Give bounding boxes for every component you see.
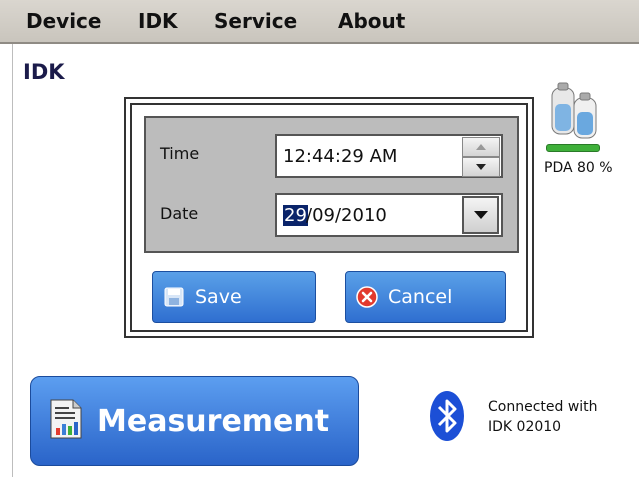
connection-status: Connected with IDK 02010 (488, 397, 598, 437)
cancel-button[interactable]: Cancel (345, 271, 506, 323)
measurement-label: Measurement (97, 403, 330, 439)
date-day-selected[interactable]: 29 (283, 205, 308, 226)
date-month-year[interactable]: /09/2010 (306, 205, 387, 226)
save-label: Save (195, 286, 242, 308)
measurement-button[interactable]: Measurement (30, 376, 359, 466)
time-value[interactable]: 12:44:29 AM (283, 146, 397, 167)
page-title: IDK (23, 60, 65, 84)
save-button[interactable]: Save (152, 271, 316, 323)
chevron-down-icon (473, 211, 488, 219)
date-dropdown-button[interactable] (462, 196, 499, 234)
window-edge (0, 44, 13, 477)
time-spin-up[interactable] (462, 137, 500, 157)
spin-down-icon (476, 164, 486, 170)
cancel-label: Cancel (388, 286, 453, 308)
connection-line-2: IDK 02010 (488, 419, 562, 435)
floppy-icon (163, 286, 185, 308)
bluetooth-icon (430, 391, 464, 441)
battery-level-bar (546, 144, 600, 152)
menu-bar: Device IDK Service About (0, 0, 639, 44)
time-spin-down[interactable] (462, 157, 500, 177)
menu-device[interactable]: Device (26, 9, 101, 33)
date-label: Date (160, 204, 199, 223)
menu-about[interactable]: About (338, 9, 405, 33)
spin-up-icon (476, 144, 486, 150)
menu-idk[interactable]: IDK (138, 9, 178, 33)
battery-icon (551, 82, 597, 139)
battery-label: PDA 80 % (544, 160, 613, 176)
connection-line-1: Connected with (488, 399, 598, 415)
cancel-icon (356, 286, 378, 308)
report-icon (49, 398, 83, 444)
time-label: Time (160, 144, 200, 163)
menu-service[interactable]: Service (214, 9, 297, 33)
